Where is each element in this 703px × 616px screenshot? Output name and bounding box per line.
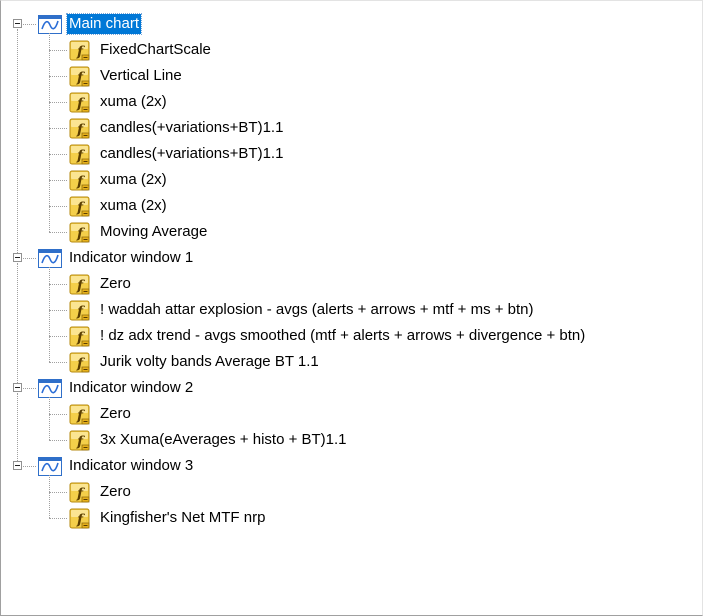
tree-item-label[interactable]: Moving Average xyxy=(98,222,209,242)
tree-connector xyxy=(23,388,36,389)
tree-group-row[interactable]: Indicator window 2 xyxy=(1,375,701,401)
tree-connector xyxy=(49,492,67,493)
function-icon: f xyxy=(69,404,91,426)
tree-item-label[interactable]: ! dz adx trend - avgs smoothed (mtf + al… xyxy=(98,326,587,346)
tree-item-row[interactable]: f candles(+variations+BT)1.1 xyxy=(1,141,701,167)
chart-window-icon xyxy=(38,457,62,476)
tree-item-row[interactable]: f Moving Average xyxy=(1,219,701,245)
tree-connector xyxy=(49,310,67,311)
tree-connector xyxy=(49,128,67,129)
function-icon: f xyxy=(69,300,91,322)
tree-connector xyxy=(49,50,67,51)
indicator-tree: Main chart f FixedChartScale f Vertical … xyxy=(1,1,702,615)
tree-group-label[interactable]: Main chart xyxy=(65,13,143,35)
function-icon: f xyxy=(69,196,91,218)
function-icon: f xyxy=(69,326,91,348)
tree-connector xyxy=(49,180,67,181)
collapse-toggle[interactable] xyxy=(13,19,22,28)
function-icon: f xyxy=(69,40,91,62)
tree-connector xyxy=(49,336,67,337)
function-icon: f xyxy=(69,66,91,88)
tree-item-label[interactable]: candles(+variations+BT)1.1 xyxy=(98,144,285,164)
tree-connector xyxy=(49,206,67,207)
tree-item-row[interactable]: f FixedChartScale xyxy=(1,37,701,63)
tree-group-row[interactable]: Indicator window 3 xyxy=(1,453,701,479)
tree-item-label[interactable]: ! waddah attar explosion - avgs (alerts … xyxy=(98,300,536,320)
tree-group-label[interactable]: Indicator window 3 xyxy=(67,456,195,476)
tree-item-row[interactable]: f ! dz adx trend - avgs smoothed (mtf + … xyxy=(1,323,701,349)
tree-connector xyxy=(49,267,50,362)
tree-connector xyxy=(23,24,36,25)
tree-item-label[interactable]: Vertical Line xyxy=(98,66,184,86)
tree-connector xyxy=(49,232,67,233)
tree-connector xyxy=(49,518,67,519)
tree-item-label[interactable]: candles(+variations+BT)1.1 xyxy=(98,118,285,138)
function-icon: f xyxy=(69,508,91,530)
function-icon: f xyxy=(69,430,91,452)
tree-connector xyxy=(49,33,50,232)
tree-connector xyxy=(49,362,67,363)
chart-window-icon xyxy=(38,15,62,34)
tree-item-row[interactable]: f Kingfisher's Net MTF nrp xyxy=(1,505,701,531)
tree-item-row[interactable]: f ! waddah attar explosion - avgs (alert… xyxy=(1,297,701,323)
indicator-tree-panel: Main chart f FixedChartScale f Vertical … xyxy=(0,0,703,616)
tree-item-label[interactable]: xuma (2x) xyxy=(98,196,169,216)
tree-item-row[interactable]: f Zero xyxy=(1,271,701,297)
tree-connector xyxy=(49,414,67,415)
tree-connector xyxy=(49,102,67,103)
tree-item-label[interactable]: Jurik volty bands Average BT 1.1 xyxy=(98,352,321,372)
tree-item-row[interactable]: f Vertical Line xyxy=(1,63,701,89)
function-icon: f xyxy=(69,144,91,166)
function-icon: f xyxy=(69,274,91,296)
tree-item-label[interactable]: xuma (2x) xyxy=(98,92,169,112)
tree-item-label[interactable]: Kingfisher's Net MTF nrp xyxy=(98,508,267,528)
tree-connector xyxy=(49,440,67,441)
tree-connector xyxy=(49,397,50,440)
function-icon: f xyxy=(69,118,91,140)
tree-connector xyxy=(49,284,67,285)
tree-connector xyxy=(49,154,67,155)
tree-connector xyxy=(49,76,67,77)
tree-item-row[interactable]: f Zero xyxy=(1,479,701,505)
collapse-toggle[interactable] xyxy=(13,253,22,262)
tree-group-row[interactable]: Main chart xyxy=(1,11,701,37)
chart-window-icon xyxy=(38,379,62,398)
function-icon: f xyxy=(69,170,91,192)
tree-item-row[interactable]: f xuma (2x) xyxy=(1,89,701,115)
tree-item-label[interactable]: xuma (2x) xyxy=(98,170,169,190)
tree-item-label[interactable]: FixedChartScale xyxy=(98,40,213,60)
tree-connector xyxy=(17,263,18,383)
tree-item-row[interactable]: f 3x Xuma(eAverages + histo + BT)1.1 xyxy=(1,427,701,453)
tree-connector xyxy=(23,466,36,467)
tree-connector xyxy=(17,29,18,253)
function-icon: f xyxy=(69,482,91,504)
chart-window-icon xyxy=(38,249,62,268)
tree-item-row[interactable]: f Jurik volty bands Average BT 1.1 xyxy=(1,349,701,375)
tree-item-label[interactable]: 3x Xuma(eAverages + histo + BT)1.1 xyxy=(98,430,349,450)
tree-item-row[interactable]: f Zero xyxy=(1,401,701,427)
tree-connector xyxy=(23,258,36,259)
function-icon: f xyxy=(69,222,91,244)
tree-group-label[interactable]: Indicator window 2 xyxy=(67,378,195,398)
collapse-toggle[interactable] xyxy=(13,383,22,392)
tree-item-row[interactable]: f xuma (2x) xyxy=(1,167,701,193)
tree-item-label[interactable]: Zero xyxy=(98,482,133,502)
tree-item-label[interactable]: Zero xyxy=(98,404,133,424)
tree-item-label[interactable]: Zero xyxy=(98,274,133,294)
tree-group-row[interactable]: Indicator window 1 xyxy=(1,245,701,271)
function-icon: f xyxy=(69,352,91,374)
tree-connector xyxy=(17,393,18,461)
tree-group-label[interactable]: Indicator window 1 xyxy=(67,248,195,268)
tree-connector xyxy=(49,475,50,518)
function-icon: f xyxy=(69,92,91,114)
collapse-toggle[interactable] xyxy=(13,461,22,470)
tree-item-row[interactable]: f xuma (2x) xyxy=(1,193,701,219)
tree-item-row[interactable]: f candles(+variations+BT)1.1 xyxy=(1,115,701,141)
